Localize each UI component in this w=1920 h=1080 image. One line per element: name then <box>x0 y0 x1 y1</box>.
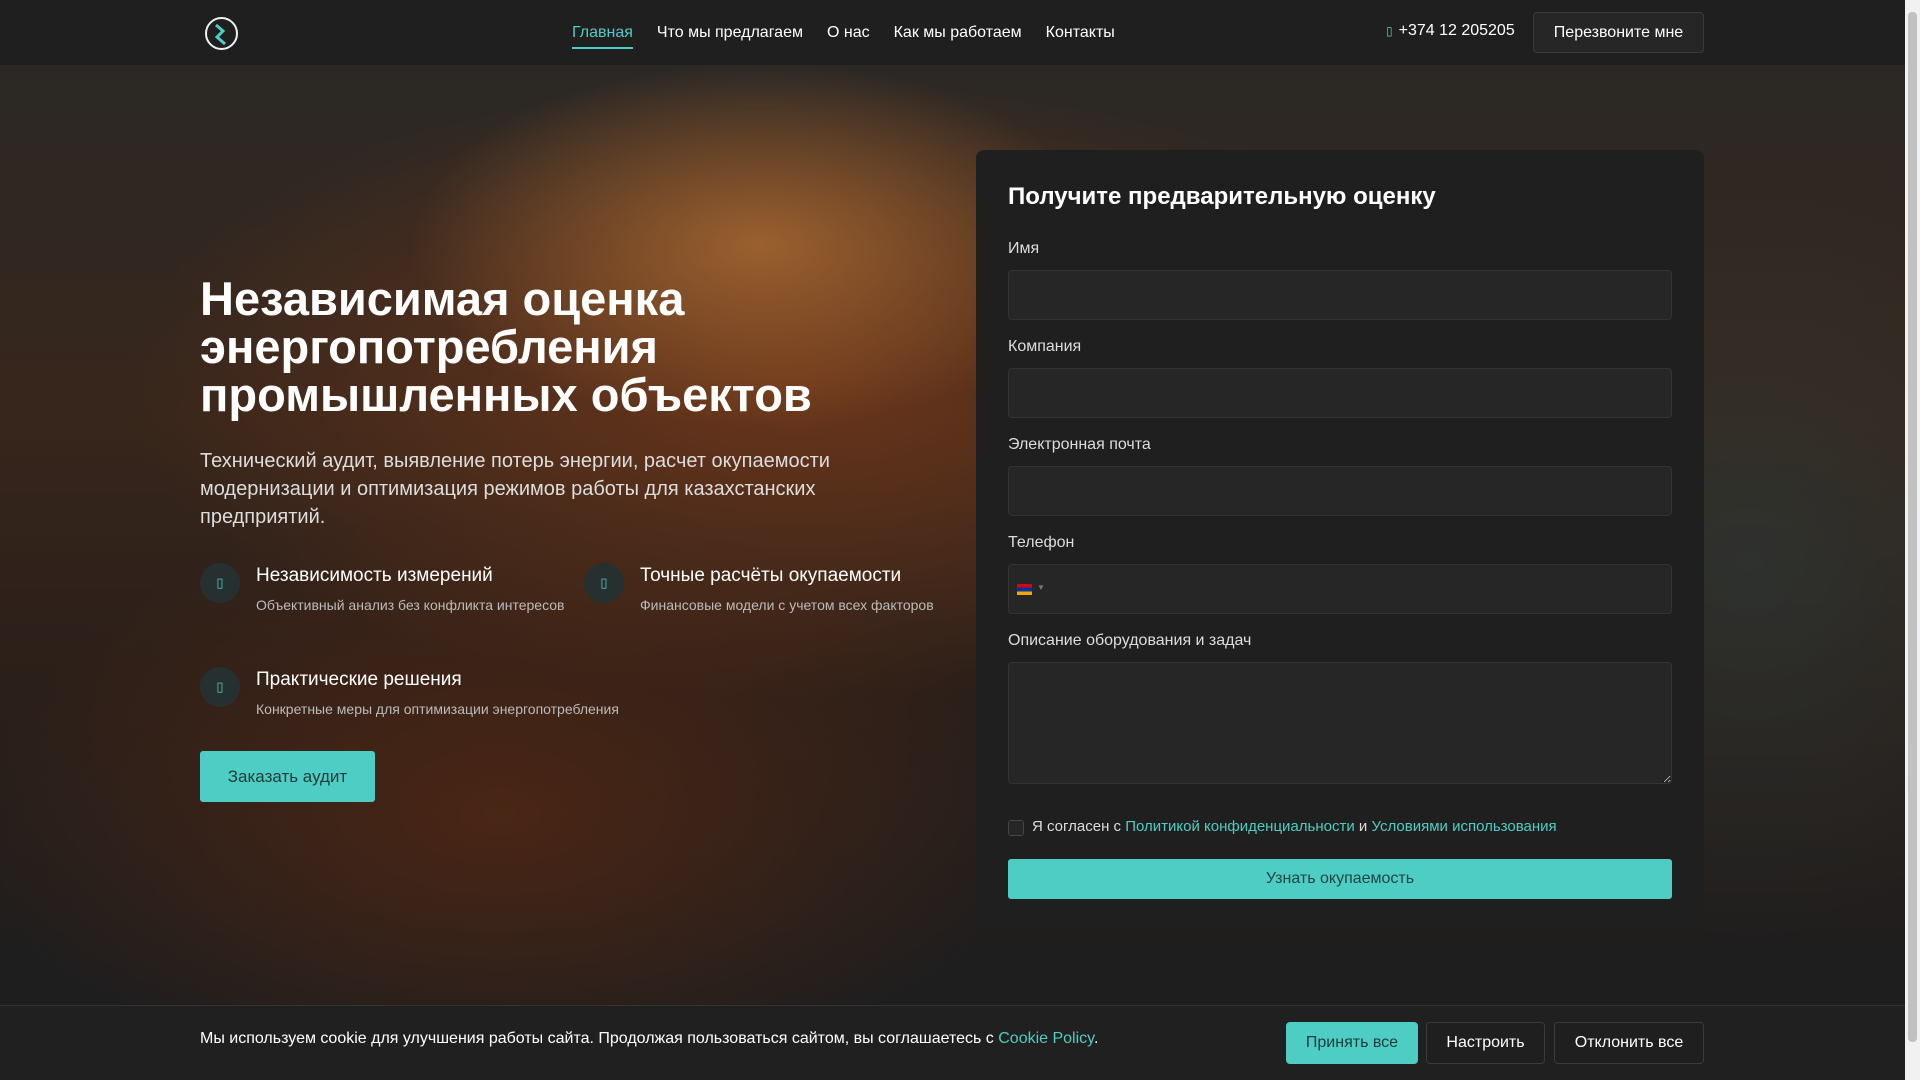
nav-about[interactable]: О нас <box>827 0 870 65</box>
order-audit-button[interactable]: Заказать аудит <box>200 751 375 802</box>
company-input[interactable] <box>1008 368 1672 418</box>
agree-and: и <box>1358 818 1368 835</box>
phone-label: Телефон <box>1008 534 1075 551</box>
phone-link[interactable]: ▯ +374 12 205205 <box>1386 22 1515 40</box>
scrollbar[interactable] <box>1905 0 1920 1080</box>
chevron-down-icon[interactable]: ▼ <box>1037 583 1045 592</box>
estimate-form: Получите предварительную оценку Имя Комп… <box>976 150 1704 930</box>
logo-icon[interactable] <box>205 17 238 50</box>
email-label: Электронная почта <box>1008 436 1151 453</box>
phone-number[interactable]: +374 12 205205 <box>1399 22 1515 39</box>
nav-how-we-work[interactable]: Как мы работаем <box>894 0 1022 65</box>
reject-all-button[interactable]: Отклонить все <box>1554 1022 1704 1064</box>
phone-icon: ▯ <box>1386 24 1393 38</box>
nav-services[interactable]: Что мы предлагаем <box>657 0 803 65</box>
agree-prefix: Я согласен с <box>1032 818 1122 835</box>
feature-title: Независимость измерений <box>256 565 493 586</box>
cookie-message: Мы используем cookie для улучшения работ… <box>200 1030 994 1047</box>
form-title: Получите предварительную оценку <box>1008 183 1436 210</box>
name-input[interactable] <box>1008 270 1672 320</box>
description-textarea[interactable] <box>1008 662 1672 784</box>
callback-button[interactable]: Перезвоните мне <box>1533 12 1704 53</box>
phone-input[interactable]: ▼ <box>1008 564 1672 614</box>
cookie-settings-button[interactable]: Настроить <box>1426 1022 1545 1064</box>
email-input[interactable] <box>1008 466 1672 516</box>
main-nav: Главная Что мы предлагаем О нас Как мы р… <box>572 0 1115 65</box>
name-label: Имя <box>1008 240 1040 257</box>
nav-contacts[interactable]: Контакты <box>1046 0 1115 65</box>
privacy-policy-link[interactable]: Политикой конфиденциальности <box>1125 818 1355 835</box>
hero-title: Независимая оценка энергопотребления про… <box>200 272 812 421</box>
feature-desc: Финансовые модели с учетом всех факторов <box>640 597 934 613</box>
feature-desc: Конкретные меры для оптимизации энергопо… <box>256 701 619 717</box>
company-label: Компания <box>1008 338 1082 355</box>
cookie-text: Мы используем cookie для улучшения работ… <box>200 1030 1099 1047</box>
armenia-flag-icon[interactable] <box>1017 584 1032 595</box>
feature-title: Точные расчёты окупаемости <box>640 565 902 586</box>
description-label: Описание оборудования и задач <box>1008 632 1252 649</box>
agree-checkbox[interactable] <box>1008 820 1024 836</box>
site-header: Главная Что мы предлагаем О нас Как мы р… <box>0 0 1905 65</box>
feature-title: Практические решения <box>256 669 462 690</box>
nav-home[interactable]: Главная <box>572 0 633 65</box>
feature-icon: ▯ <box>200 667 240 707</box>
hero-subtitle: Технический аудит, выявление потерь энер… <box>200 450 830 528</box>
feature-icon: ▯ <box>584 563 624 603</box>
scrollbar-thumb[interactable] <box>1908 12 1917 1042</box>
accept-all-button[interactable]: Принять все <box>1286 1022 1418 1064</box>
terms-link[interactable]: Условиями использования <box>1371 818 1556 835</box>
feature-icon: ▯ <box>200 563 240 603</box>
submit-button[interactable]: Узнать окупаемость <box>1008 859 1672 899</box>
feature-desc: Объективный анализ без конфликта интерес… <box>256 597 565 613</box>
cookie-banner: Мы используем cookie для улучшения работ… <box>0 1005 1905 1080</box>
cookie-policy-link[interactable]: Cookie Policy <box>998 1030 1094 1047</box>
agree-text: Я согласен с Политикой конфиденциальност… <box>1032 818 1557 835</box>
